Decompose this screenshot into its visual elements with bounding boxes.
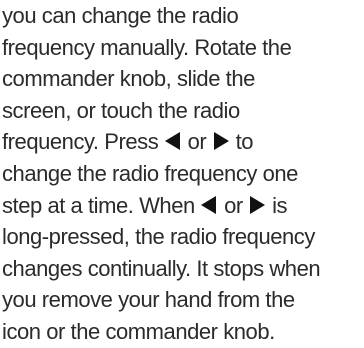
left-triangle-icon [201,195,217,214]
paragraph-line: change the radio frequency one [2,160,298,186]
paragraph-line: long-pressed, the radio frequency [2,224,315,250]
manual-paragraph: you can change the radio frequency manua… [2,0,364,348]
paragraph-line: commander knob, slide the [2,66,255,92]
text-segment: step at a time. When [2,192,201,218]
paragraph-line: screen, or touch the radio [2,97,240,123]
paragraph-line: you can change the radio [2,3,239,28]
text-segment: or [218,192,249,218]
right-triangle-icon [213,132,229,151]
paragraph-line: you remove your hand from the [2,287,295,313]
text-segment: or [181,129,212,155]
paragraph-line: frequency manually. Rotate the [2,34,292,60]
text-segment: is [266,192,288,218]
paragraph-line: changes continually. It stops when [2,255,321,281]
right-triangle-icon [249,195,266,214]
paragraph-line: step at a time. When or is [2,190,364,222]
text-segment: to [229,129,254,155]
paragraph-line: frequency. Press or to [2,126,364,158]
text-segment: frequency. Press [2,129,164,155]
left-triangle-icon [164,132,181,151]
paragraph-line: icon or the commander knob. [2,318,275,344]
